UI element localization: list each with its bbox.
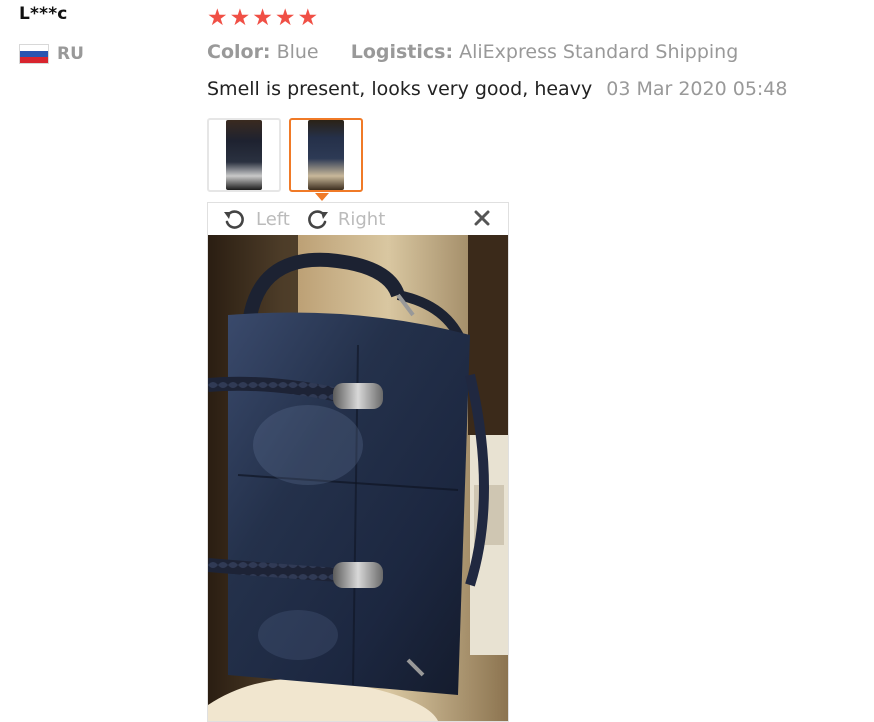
logistics-value: AliExpress Standard Shipping xyxy=(459,41,739,63)
rotate-left-button[interactable]: Left xyxy=(222,208,290,230)
star-icon: ★ xyxy=(252,5,273,31)
close-viewer-button[interactable] xyxy=(474,210,490,231)
review-photo-1-image xyxy=(226,120,262,190)
review-photo-2-image xyxy=(308,120,344,190)
star-icon: ★ xyxy=(207,5,228,31)
russia-flag-icon xyxy=(19,44,49,64)
photo-viewer: Left Right xyxy=(207,202,509,722)
rotate-left-icon xyxy=(224,210,244,229)
reviewer-name: L***c xyxy=(19,4,68,24)
order-attributes: Color: Blue Logistics: AliExpress Standa… xyxy=(207,41,738,63)
country-code: RU xyxy=(57,44,84,64)
rotate-left-label: Left xyxy=(256,208,290,230)
star-icon: ★ xyxy=(274,5,296,31)
review-photo-thumbnail-1[interactable] xyxy=(207,118,281,192)
star-icon: ★ xyxy=(229,5,251,31)
color-label: Color: xyxy=(207,41,271,63)
review-photo-thumbnail-2[interactable] xyxy=(289,118,363,192)
color-value: Blue xyxy=(276,41,319,63)
viewer-toolbar: Left Right xyxy=(208,203,508,235)
review-text: Smell is present, looks very good, heavy xyxy=(207,78,593,100)
logistics-label: Logistics: xyxy=(350,41,454,63)
close-icon xyxy=(474,210,490,226)
selected-thumbnail-pointer xyxy=(315,193,329,201)
handbag-photo xyxy=(208,235,508,721)
enlarged-review-photo xyxy=(208,235,508,721)
rotate-right-label: Right xyxy=(337,208,386,230)
star-rating: ★ ★ ★ ★ ★ xyxy=(207,5,318,31)
review-date: 03 Mar 2020 05:48 xyxy=(606,78,788,100)
review-line: Smell is present, looks very good, heavy… xyxy=(207,78,788,100)
rotate-right-icon xyxy=(307,210,328,229)
star-icon: ★ xyxy=(297,5,319,31)
reviewer-country: RU xyxy=(19,44,84,64)
rotate-right-button[interactable]: Right xyxy=(304,208,385,230)
